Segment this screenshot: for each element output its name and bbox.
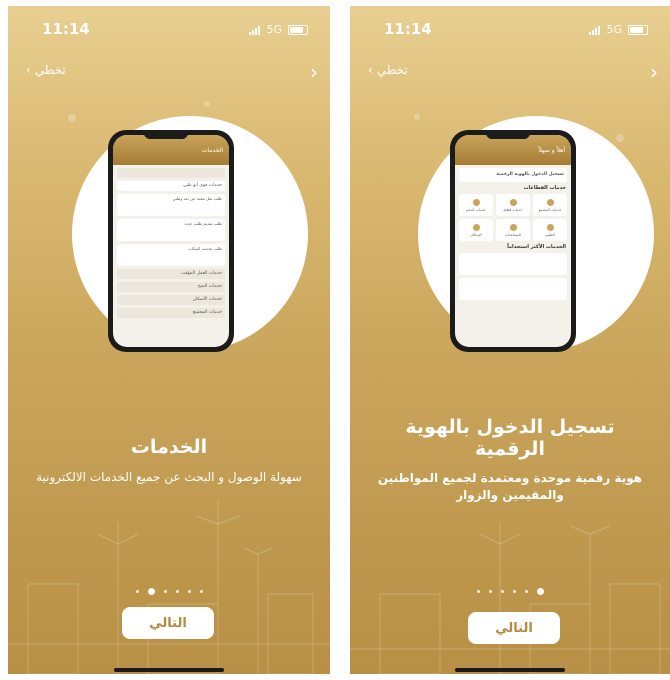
top-nav: ‹ تخطي ›: [350, 60, 670, 84]
pagination-dots: [8, 588, 330, 595]
mock-tile: خدمات قطاع: [496, 194, 530, 216]
decor-dot: [616, 134, 624, 142]
page-subtitle: سهولة الوصول و البحث عن جميع الخدمات الا…: [36, 470, 302, 484]
mock-tile-grid: خدمات الدعم خدمات قطاع خدمات المجتمع الإ…: [459, 194, 567, 241]
mock-tile: المساعدات: [496, 219, 530, 241]
network-label: 5G: [266, 23, 282, 36]
status-time: 11:14: [384, 20, 432, 38]
mock-tile: خدمات الدعم: [459, 194, 493, 216]
chevron-right-icon[interactable]: ›: [310, 60, 318, 84]
status-bar: 11:14 5G: [8, 20, 330, 40]
page-subtitle: هوية رقمية موحدة ومعتمدة لجميع المواطنين…: [377, 471, 643, 502]
decor-dot: [414, 114, 420, 120]
next-button[interactable]: التالي: [122, 607, 214, 639]
pagination-dots: [350, 588, 670, 595]
mock-row: خدمات الأسكان: [117, 295, 225, 305]
phone-mockup: أهلاً و سهلاً تسجيل الدخول بالهوية الرقم…: [450, 130, 576, 352]
pagination-dot: [500, 590, 504, 593]
skip-label: تخطي: [34, 63, 66, 77]
next-button[interactable]: التالي: [468, 612, 560, 644]
mock-tile: الإسكان: [459, 219, 493, 241]
pagination-dot-active: [147, 588, 155, 595]
chevron-left-icon: ‹: [368, 63, 373, 77]
mock-header: الخدمات: [113, 135, 229, 165]
skip-button[interactable]: ‹ تخطي: [368, 63, 408, 77]
mock-card: [459, 253, 567, 275]
pagination-dot: [512, 590, 516, 593]
skip-label: تخطي: [376, 63, 408, 77]
battery-icon: [288, 24, 308, 35]
page-title: الخدمات: [130, 436, 208, 458]
chevron-left-icon: ‹: [26, 63, 31, 77]
decor-dot: [68, 114, 76, 122]
pagination-dot: [524, 590, 528, 593]
network-label: 5G: [606, 23, 622, 36]
pagination-dot-active: [536, 588, 544, 595]
mock-login-button: تسجيل الدخول بالهوية الرقمية: [459, 168, 567, 182]
decor-dot: [204, 101, 210, 107]
mock-section-title: خدمات القطاعات: [523, 185, 567, 191]
mock-row: خدمات العمل المؤقت: [117, 269, 225, 279]
chevron-right-icon[interactable]: ›: [650, 60, 658, 84]
home-indicator: [455, 668, 565, 672]
city-skyline-illustration: [350, 522, 670, 674]
mock-tile: التعليم: [533, 219, 567, 241]
home-indicator: [114, 668, 224, 672]
pagination-dot: [199, 590, 203, 593]
battery-icon: [628, 24, 648, 35]
status-time: 11:14: [42, 20, 90, 38]
pagination-dot: [476, 590, 480, 593]
mock-row: خدمات قوى أبو ظبي: [117, 181, 225, 191]
onboarding-screen-digital-id: 11:14 5G ‹ تخطي › أهلاً و سهلاً تسجيل ال…: [350, 6, 670, 674]
signal-icon: [249, 25, 261, 35]
mock-card: [459, 278, 567, 300]
status-bar: 11:14 5G: [350, 20, 670, 40]
mock-search: [117, 168, 225, 178]
onboarding-screen-services: 11:14 5G ‹ تخطي › الخدمات خدمات قوى أبو …: [8, 6, 330, 674]
pagination-dot: [488, 590, 492, 593]
mock-card: طلب تحديث البيانات: [117, 244, 225, 266]
mock-header: أهلاً و سهلاً: [455, 135, 571, 165]
pagination-dot: [175, 590, 179, 593]
mock-row: خدمات المجتمع: [117, 308, 225, 318]
mock-card: طلب نقل مقعد عن بعد وطني: [117, 194, 225, 216]
skip-button[interactable]: ‹ تخطي: [26, 63, 66, 77]
pagination-dot: [187, 590, 191, 593]
top-nav: ‹ تخطي ›: [8, 60, 330, 84]
page-title: تسجيل الدخول بالهوية الرقمية: [405, 416, 615, 460]
signal-icon: [589, 25, 601, 35]
city-skyline-illustration: [8, 500, 330, 674]
pagination-dot: [163, 590, 167, 593]
phone-mockup: الخدمات خدمات قوى أبو ظبي طلب نقل مقعد ع…: [108, 130, 234, 352]
mock-row: خدمات المنح: [117, 282, 225, 292]
mock-tile: خدمات المجتمع: [533, 194, 567, 216]
mock-card: طلب تقديم طلب جديد: [117, 219, 225, 241]
pagination-dot: [135, 590, 139, 593]
mock-section-title: الخدمات الأكثر استخداماً: [507, 244, 566, 250]
